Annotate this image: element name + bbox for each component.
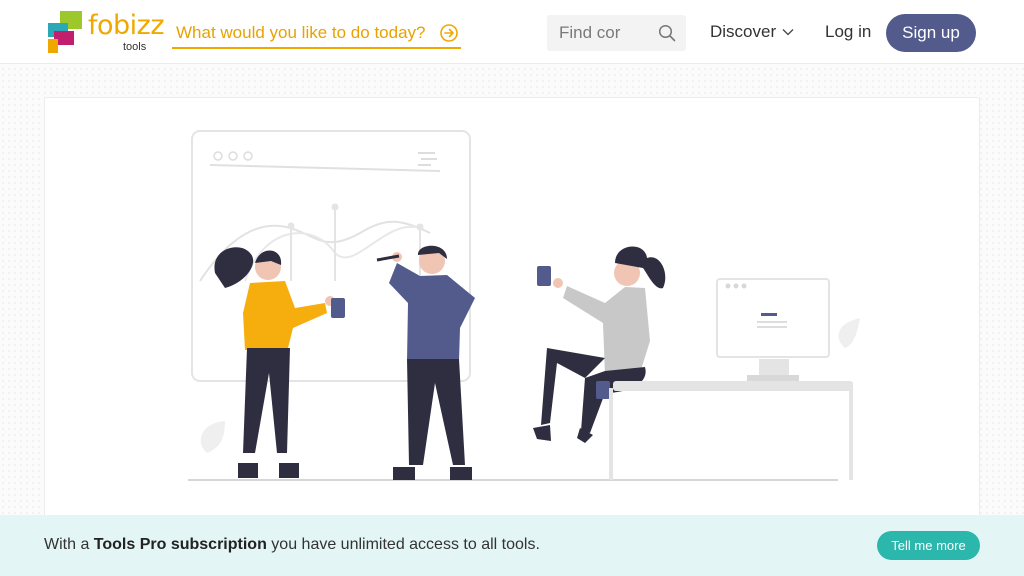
banner-text-before: With a (44, 536, 90, 553)
wish-prompt-text: What would you like to do today? (176, 23, 426, 42)
signup-button[interactable]: Sign up (886, 14, 976, 52)
wish-prompt[interactable]: What would you like to do today? (172, 17, 461, 49)
search-icon[interactable] (658, 24, 676, 42)
logo-mark-icon (48, 11, 82, 53)
logo-sub: tools (123, 41, 147, 53)
team-illustration (188, 130, 860, 481)
nav-discover-label: Discover (710, 22, 777, 41)
banner-text-after: you have unlimited access to all tools. (271, 536, 540, 553)
banner-text: With a Tools Pro subscription you have u… (44, 536, 540, 554)
logo-word: fobizz (88, 10, 165, 41)
hero-card (44, 97, 980, 537)
nav-login[interactable]: Log in (825, 22, 871, 42)
banner-text-bold: Tools Pro subscription (93, 536, 267, 553)
search-box (547, 15, 686, 51)
pro-banner: With a Tools Pro subscription you have u… (0, 515, 1024, 576)
search-input[interactable] (547, 15, 647, 51)
top-navbar: fobizz tools What would you like to do t… (0, 0, 1024, 64)
chevron-down-icon (782, 29, 794, 36)
arrow-circle-right-icon (440, 24, 458, 42)
tell-me-more-button[interactable]: Tell me more (877, 531, 980, 560)
fobizz-logo[interactable]: fobizz tools (46, 11, 165, 55)
nav-discover[interactable]: Discover (710, 22, 794, 42)
